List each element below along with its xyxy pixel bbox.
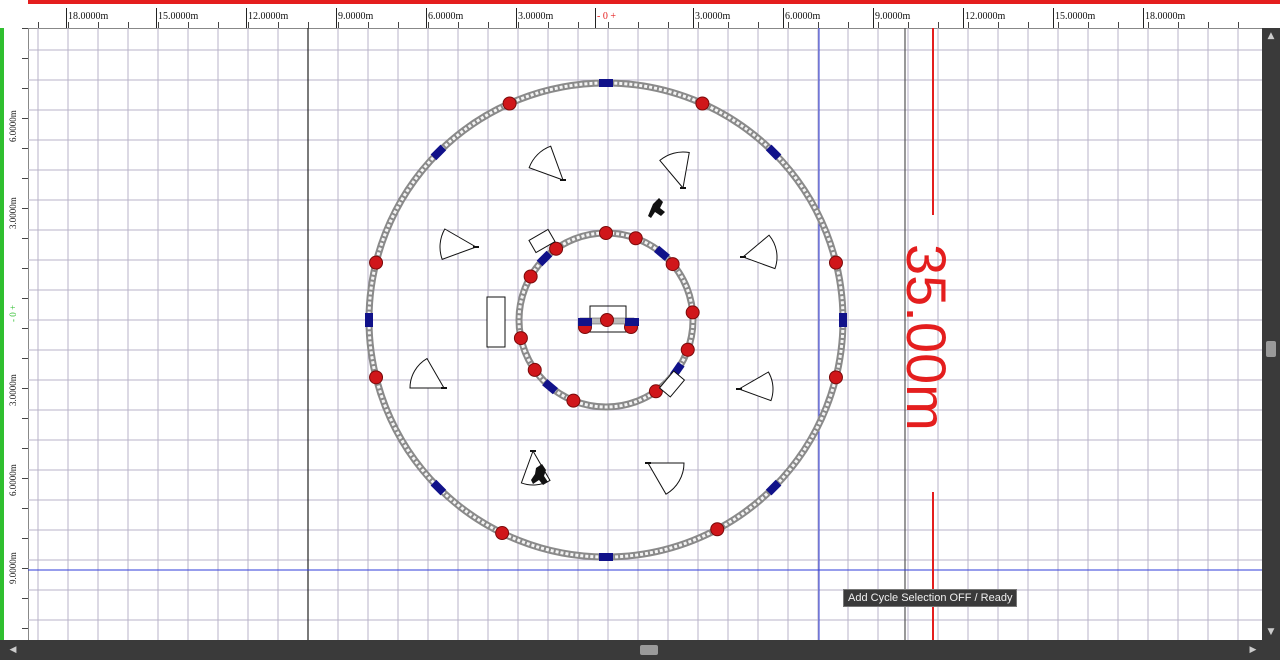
light-fixture[interactable] [502,96,517,111]
ruler-top-label: 3.0000m [695,11,731,22]
light-fixture[interactable] [523,269,538,284]
vertical-scrollbar[interactable]: ▲ ▼ [1262,28,1280,640]
ruler-top-label: 12.0000m [965,11,1006,22]
ruler-top-label: 6.0000m [428,11,464,22]
arrow-down-icon[interactable]: ▼ [1262,624,1280,640]
ruler-top-accent [28,0,1280,4]
ruler-top-label: 15.0000m [158,11,199,22]
light-fixture[interactable] [600,313,614,327]
ruler-left-label: 6.0000m [8,110,18,142]
horizontal-scrollbar[interactable]: ◀ ▶ [0,640,1280,660]
dimension-label: 35.00m [895,244,958,431]
light-fixture[interactable] [628,231,643,246]
light-fixture[interactable] [695,96,710,111]
riser-left[interactable] [486,296,506,348]
spotlight-wedge[interactable] [409,357,445,389]
drawing-canvas[interactable]: 35.00m [28,28,1262,640]
vertical-scroll-thumb[interactable] [1266,341,1276,357]
truss-clamp[interactable] [625,318,639,326]
arrow-up-icon[interactable]: ▲ [1262,28,1280,44]
truss-clamp[interactable] [839,313,847,327]
light-fixture[interactable] [369,370,384,385]
light-fixture[interactable] [685,305,700,320]
ruler-left-label: 3.0000m [8,197,18,229]
vertical-ruler: 6.0000m 3.0000m - 0 + 3.0000m 6.0000m 9.0000m [0,28,29,640]
horizontal-scroll-thumb[interactable] [640,645,658,655]
light-fixture[interactable] [828,255,843,270]
ruler-left-label: 6.0000m [8,464,18,496]
ruler-top-label: 15.0000m [1055,11,1096,22]
light-fixture[interactable] [680,342,695,357]
arrow-left-icon[interactable]: ◀ [6,640,20,660]
spotlight-wedge[interactable] [737,371,774,402]
light-fixture[interactable] [566,393,581,408]
ruler-top-label: 18.0000m [68,11,109,22]
ruler-top-label: 9.0000m [338,11,374,22]
horizontal-ruler: 18.0000m 15.0000m 12.0000m 9.0000m 6.0000m 3.… [0,0,1280,29]
ruler-top-label: 6.0000m [785,11,821,22]
light-fixture[interactable] [828,370,843,385]
truss-clamp[interactable] [599,79,613,87]
truss-clamp[interactable] [599,553,613,561]
ruler-left-label: - 0 + [8,304,18,322]
spotlight-wedge[interactable] [647,462,685,495]
ruler-top-label: 12.0000m [248,11,289,22]
light-fixture[interactable] [369,255,384,270]
light-fixture[interactable] [495,526,510,541]
light-fixture[interactable] [599,226,613,240]
status-tooltip: Add Cycle Selection OFF / Ready [843,589,1018,607]
arrow-right-icon[interactable]: ▶ [1246,640,1260,660]
performer-figure[interactable] [648,198,665,218]
light-fixture[interactable] [527,362,542,377]
ruler-left-label: 9.0000m [8,552,18,584]
truss-clamp[interactable] [578,318,592,326]
ruler-top-label: 3.0000m [518,11,554,22]
ruler-top-label: 9.0000m [875,11,911,22]
light-fixture[interactable] [710,522,725,537]
ruler-top-label: 18.0000m [1145,11,1186,22]
ruler-left-accent [0,28,4,640]
light-fixture[interactable] [665,257,680,272]
ruler-top-label: - 0 + [597,11,616,22]
truss-clamp[interactable] [365,313,373,327]
light-fixture[interactable] [549,241,564,256]
light-fixture[interactable] [513,331,528,346]
ruler-left-label: 3.0000m [8,374,18,406]
riser-small[interactable] [658,370,686,398]
spotlight-wedge[interactable] [528,145,564,181]
spotlight-wedge[interactable] [742,234,778,270]
